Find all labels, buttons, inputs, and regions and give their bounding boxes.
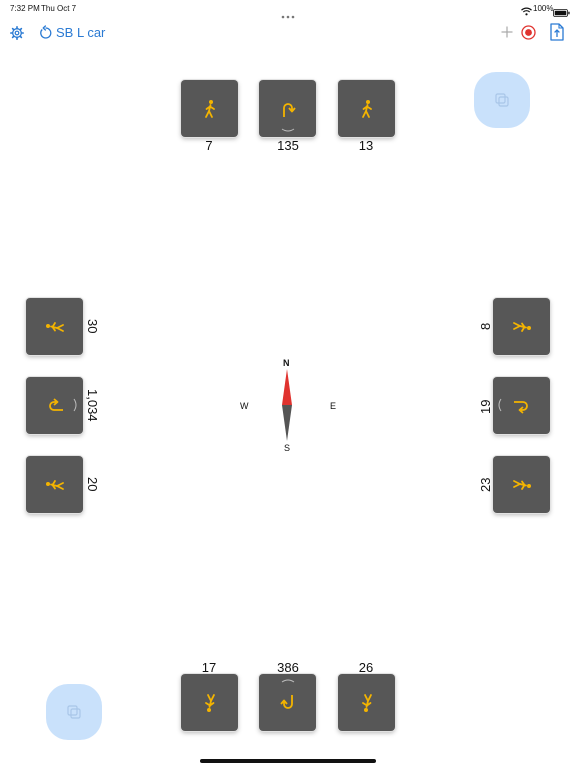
pedestrian-icon — [512, 479, 531, 490]
west-bottom-count: 20 — [85, 477, 100, 492]
u-turn-icon — [282, 102, 296, 117]
south-pedestrian-left-tile[interactable] — [181, 674, 238, 731]
compass-north-label: N — [283, 358, 290, 368]
status-date: Thu Oct 7 — [41, 4, 77, 13]
multitasking-dots-icon[interactable] — [281, 6, 295, 19]
east-top-count: 8 — [478, 322, 493, 330]
chevron-down-icon — [281, 128, 295, 132]
south-center-count: 386 — [277, 660, 299, 675]
north-left-count: 7 — [205, 138, 213, 153]
north-center-count: 135 — [277, 138, 299, 153]
copy-icon — [495, 93, 509, 107]
battery-percent: 100% — [533, 4, 554, 13]
east-pedestrian-top-tile[interactable] — [493, 298, 550, 355]
copy-icon — [67, 705, 81, 719]
status-time: 7:32 PM — [10, 4, 40, 13]
u-turn-icon — [48, 397, 63, 411]
pedestrian-icon — [204, 693, 215, 712]
south-left-count: 17 — [201, 660, 217, 675]
north-pedestrian-left-tile[interactable] — [181, 80, 238, 137]
west-top-count: 30 — [85, 319, 100, 334]
compass-needle-icon — [281, 369, 293, 446]
east-u-turn-tile[interactable] — [493, 377, 550, 434]
export-document-icon[interactable] — [549, 22, 565, 42]
add-icon[interactable] — [500, 25, 514, 39]
north-right-count: 13 — [358, 138, 374, 153]
battery-icon — [553, 4, 570, 22]
compass-east-label: E — [330, 401, 337, 411]
home-indicator[interactable] — [200, 759, 376, 763]
pedestrian-icon — [512, 321, 531, 332]
chevron-right-icon — [73, 398, 77, 412]
east-middle-count: 19 — [478, 399, 493, 414]
copy-layout-button[interactable] — [474, 72, 530, 128]
pedestrian-icon — [45, 321, 64, 332]
north-u-turn-tile[interactable] — [259, 80, 316, 137]
compass-west-label: W — [240, 401, 249, 411]
chevron-left-icon — [498, 398, 502, 412]
west-pedestrian-bottom-tile[interactable] — [26, 456, 83, 513]
south-right-count: 26 — [358, 660, 374, 675]
north-pedestrian-right-tile[interactable] — [338, 80, 395, 137]
record-icon[interactable] — [520, 24, 536, 40]
east-bottom-count: 23 — [478, 477, 493, 492]
south-pedestrian-right-tile[interactable] — [338, 674, 395, 731]
session-title-button[interactable]: SB L car — [56, 25, 105, 40]
wifi-icon — [521, 3, 532, 21]
pedestrian-icon — [361, 693, 372, 712]
west-middle-count: 1,034 — [85, 389, 100, 422]
west-pedestrian-top-tile[interactable] — [26, 298, 83, 355]
u-turn-icon — [513, 400, 528, 414]
copy-layout-button-bottom[interactable] — [46, 684, 102, 740]
pedestrian-icon — [204, 99, 215, 118]
pedestrian-icon — [361, 99, 372, 118]
reset-counts-icon[interactable] — [38, 24, 52, 40]
south-u-turn-tile[interactable] — [259, 674, 316, 731]
settings-gear-icon[interactable] — [9, 25, 25, 41]
pedestrian-icon — [45, 479, 64, 490]
chevron-up-icon — [281, 679, 295, 683]
west-u-turn-tile[interactable] — [26, 377, 83, 434]
east-pedestrian-bottom-tile[interactable] — [493, 456, 550, 513]
u-turn-icon — [279, 694, 293, 709]
